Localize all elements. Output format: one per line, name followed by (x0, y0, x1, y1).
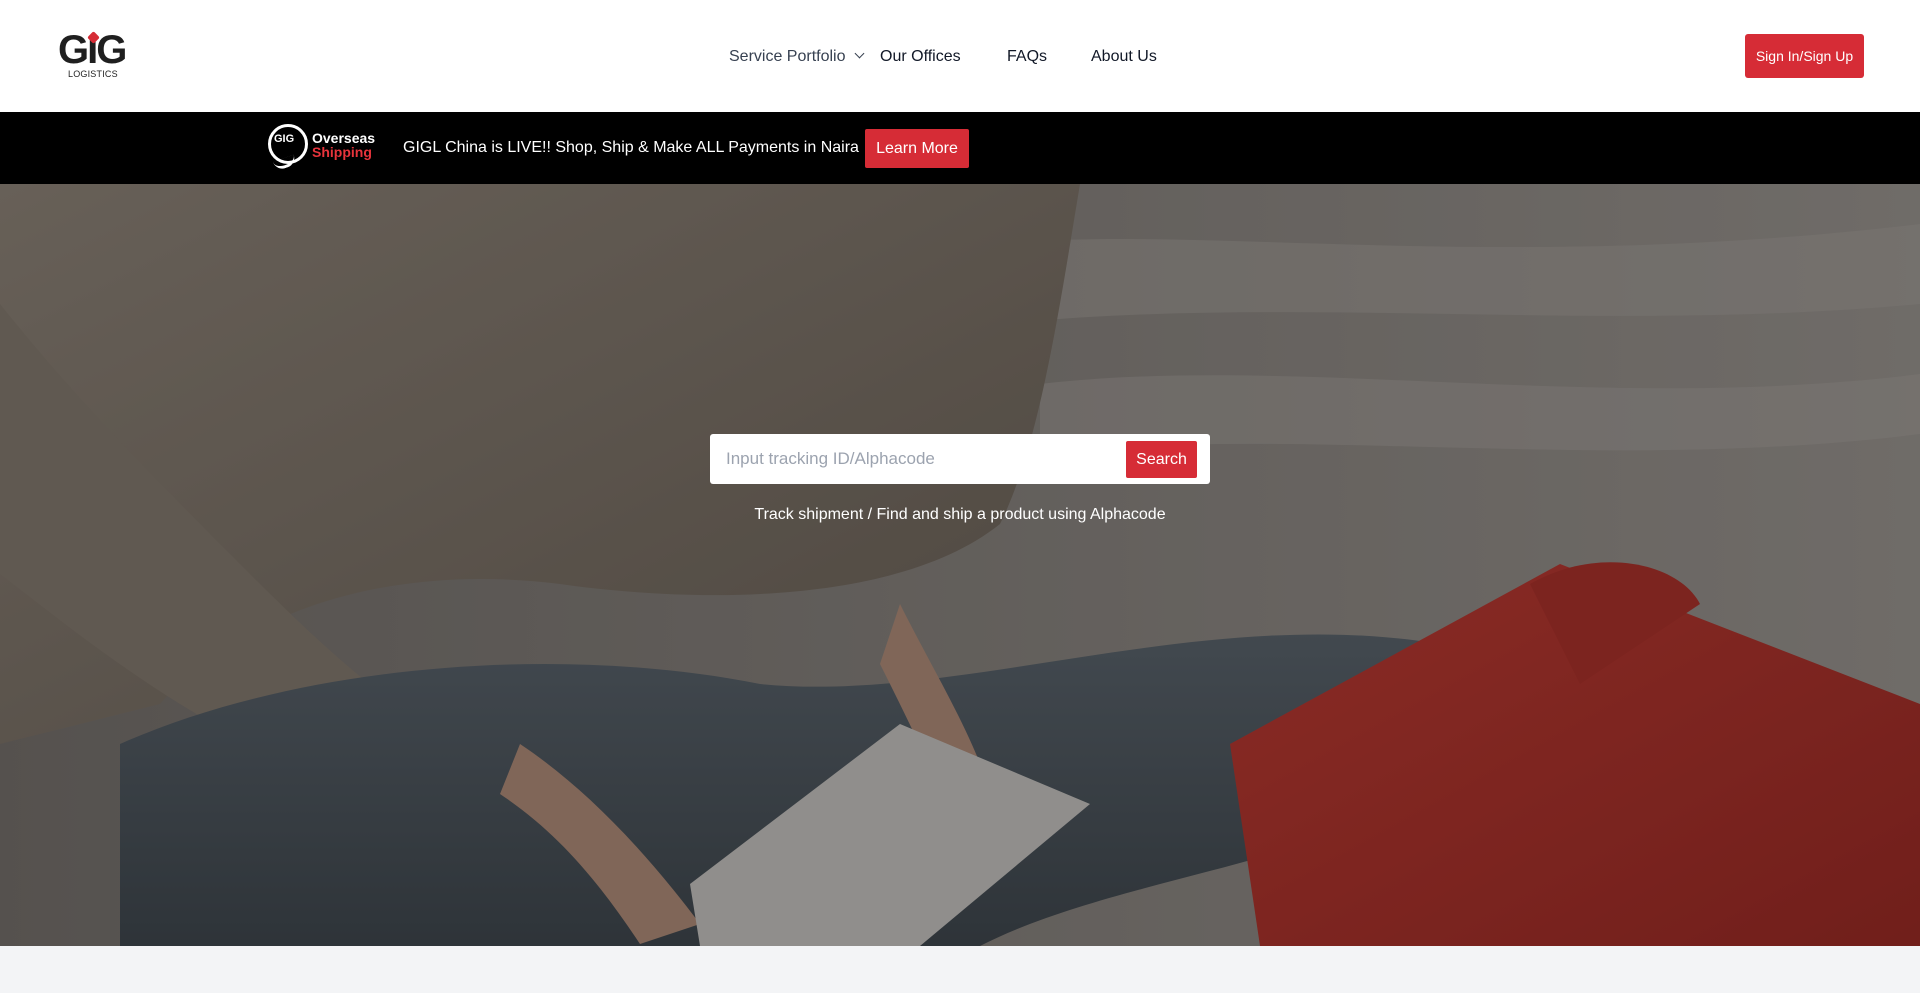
overseas-shipping-badge: GIG Overseas Shipping (268, 122, 380, 174)
gig-logistics-logo[interactable]: GIG LOGISTICS (58, 30, 128, 82)
search-button[interactable]: Search (1126, 441, 1197, 478)
promo-message: GIGL China is LIVE!! Shop, Ship & Make A… (403, 139, 859, 156)
promo-banner: GIG Overseas Shipping GIGL China is LIVE… (0, 112, 1920, 184)
sign-in-sign-up-button[interactable]: Sign In/Sign Up (1745, 34, 1864, 78)
hero-section: Search Track shipment / Find and ship a … (0, 184, 1920, 946)
site-header: GIG LOGISTICS Service Portfolio Our Offi… (0, 0, 1920, 112)
globe-badge-text: GIG (274, 133, 295, 145)
logo-subtitle: LOGISTICS (68, 69, 118, 79)
chevron-down-icon (854, 48, 864, 59)
hero-dark-overlay (0, 184, 1920, 946)
next-section-strip (0, 946, 1920, 993)
learn-more-button[interactable]: Learn More (865, 129, 969, 168)
nav-about-us[interactable]: About Us (1091, 45, 1157, 69)
tracking-search-form: Search (710, 434, 1210, 484)
badge-line-shipping: Shipping (312, 144, 372, 160)
nav-service-portfolio[interactable]: Service Portfolio (729, 45, 864, 69)
tracking-id-input[interactable] (726, 442, 1106, 476)
nav-service-portfolio-label: Service Portfolio (729, 48, 846, 65)
nav-our-offices[interactable]: Our Offices (880, 45, 961, 69)
nav-faqs[interactable]: FAQs (1007, 45, 1047, 69)
tracking-helper-text: Track shipment / Find and ship a product… (754, 506, 1166, 523)
